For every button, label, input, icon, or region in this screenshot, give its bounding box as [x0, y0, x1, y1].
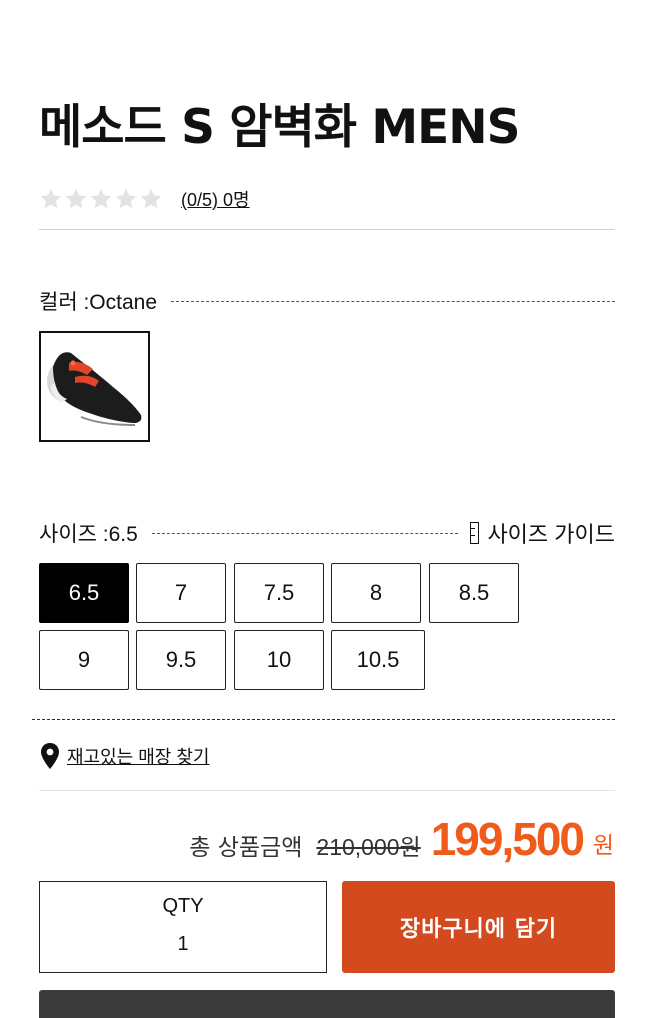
size-button-7-5[interactable]: 7.5 [234, 563, 324, 623]
sale-price: 199,500 [430, 813, 585, 865]
color-swatch-octane[interactable] [39, 331, 150, 442]
total-price-label: 총 상품금액 [189, 835, 303, 861]
size-button-8[interactable]: 8 [331, 563, 421, 623]
star-icon [139, 187, 163, 211]
divider [39, 790, 615, 791]
size-button-9[interactable]: 9 [39, 630, 129, 690]
store-finder[interactable]: 재고있는 매장 찾기 [40, 743, 209, 769]
sale-price-unit: 원 [592, 833, 614, 859]
quantity-box[interactable]: QTY 1 [39, 881, 327, 973]
dashed-divider [171, 300, 615, 302]
price-row: 총 상품금액 210,000원 199,500 원 [189, 812, 614, 866]
buy-now-button[interactable] [39, 990, 615, 1018]
ruler-icon [470, 522, 480, 544]
review-count-link[interactable]: (0/5) 0명 [181, 186, 250, 212]
star-icon [64, 187, 88, 211]
size-button-6-5[interactable]: 6.5 [39, 563, 129, 623]
size-option-row: 사이즈 :6.5 사이즈 가이드 [39, 517, 615, 549]
size-button-7[interactable]: 7 [136, 563, 226, 623]
location-pin-icon [41, 743, 59, 769]
rating-stars [39, 187, 163, 211]
color-label: 컬러 :Octane [39, 291, 158, 314]
color-option-row: 컬러 :Octane [39, 286, 615, 316]
size-button-10-5[interactable]: 10.5 [331, 630, 425, 690]
original-price: 210,000원 [316, 834, 421, 860]
star-icon [39, 187, 63, 211]
size-guide-link[interactable]: 사이즈 가이드 [470, 517, 615, 549]
divider [39, 229, 615, 230]
star-icon [114, 187, 138, 211]
size-label: 사이즈 :6.5 [39, 523, 138, 546]
rating-row: (0/5) 0명 [39, 186, 250, 212]
dashed-divider [151, 532, 459, 534]
add-to-cart-button[interactable]: 장바구니에 담기 [342, 881, 615, 973]
dashed-divider [32, 719, 615, 720]
size-button-10[interactable]: 10 [234, 630, 324, 690]
size-button-9-5[interactable]: 9.5 [136, 630, 226, 690]
star-icon [89, 187, 113, 211]
shoe-thumbnail-icon [41, 333, 148, 440]
size-guide-label: 사이즈 가이드 [487, 522, 615, 547]
qty-label: QTY [162, 895, 204, 917]
qty-value[interactable]: 1 [40, 933, 326, 956]
size-button-8-5[interactable]: 8.5 [429, 563, 519, 623]
product-title: 메소드 S 암벽화 MENS [39, 100, 520, 155]
store-finder-link[interactable]: 재고있는 매장 찾기 [67, 743, 209, 769]
